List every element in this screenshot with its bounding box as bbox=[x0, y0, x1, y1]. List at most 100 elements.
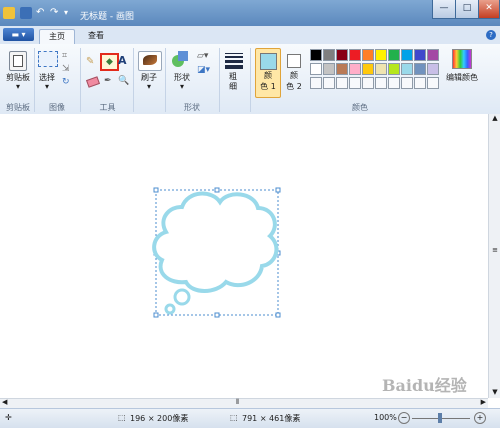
palette-swatch[interactable] bbox=[349, 63, 361, 75]
palette-empty-slot[interactable] bbox=[375, 77, 387, 89]
minimize-button[interactable]: — bbox=[432, 0, 456, 19]
palette-swatch[interactable] bbox=[362, 63, 374, 75]
magnifier-icon[interactable]: 🔍 bbox=[118, 76, 129, 86]
tab-view[interactable]: 查看 bbox=[79, 29, 113, 44]
maximize-button[interactable]: □ bbox=[455, 0, 479, 19]
palette-empty-slot[interactable] bbox=[362, 77, 374, 89]
palette-swatch[interactable] bbox=[336, 49, 348, 61]
clipboard-group-label: 剪贴板 bbox=[6, 103, 30, 112]
canvas-area[interactable]: Baidu经验 bbox=[0, 114, 488, 398]
clipboard-dropdown-icon[interactable]: ▾ bbox=[3, 82, 33, 91]
palette-empty-slot[interactable] bbox=[349, 77, 361, 89]
colors-group-label: 颜色 bbox=[352, 103, 368, 112]
color2-swatch bbox=[287, 54, 301, 68]
redo-icon[interactable]: ↷ bbox=[50, 7, 62, 19]
resize-icon[interactable]: ⇲ bbox=[62, 64, 70, 74]
palette-empty-slot[interactable] bbox=[310, 77, 322, 89]
rotate-icon[interactable]: ↻ bbox=[62, 77, 70, 87]
palette-swatch[interactable] bbox=[323, 63, 335, 75]
edit-colors-label[interactable]: 编辑颜色 bbox=[444, 72, 480, 83]
text-icon[interactable]: A bbox=[118, 54, 127, 67]
help-icon[interactable]: ? bbox=[486, 30, 496, 40]
color2-label-line1: 颜 bbox=[290, 71, 298, 80]
select-dropdown-icon[interactable]: ▾ bbox=[33, 82, 61, 91]
undo-icon[interactable]: ↶ bbox=[36, 7, 48, 19]
paste-icon[interactable] bbox=[9, 51, 27, 71]
palette-empty-slot[interactable] bbox=[414, 77, 426, 89]
scroll-left-arrow[interactable]: ◀ bbox=[2, 398, 7, 406]
shapes-group-label: 形状 bbox=[184, 103, 200, 112]
zoom-level: 100% bbox=[374, 413, 397, 422]
tab-home[interactable]: 主页 bbox=[39, 29, 75, 45]
color-picker-icon[interactable]: ✒ bbox=[104, 76, 112, 86]
zoom-in-button[interactable]: + bbox=[474, 412, 486, 424]
palette-swatch[interactable] bbox=[375, 49, 387, 61]
palette-empty-slot[interactable] bbox=[401, 77, 413, 89]
palette-empty-slot[interactable] bbox=[323, 77, 335, 89]
palette-swatch[interactable] bbox=[414, 63, 426, 75]
status-bar: ✛ ⬚ 196 × 200像素 ⬚ 791 × 461像素 100% − + bbox=[0, 408, 500, 428]
select-icon[interactable] bbox=[38, 51, 58, 67]
shapes-icon[interactable] bbox=[172, 51, 190, 69]
image-size: 791 × 461像素 bbox=[242, 414, 301, 423]
scroll-right-arrow[interactable]: ▶ bbox=[481, 398, 486, 406]
baidu-watermark-logo: Baidu经验 bbox=[382, 376, 467, 395]
hscroll-grip-icon: ⦀ bbox=[236, 398, 240, 406]
scroll-down-arrow[interactable]: ▼ bbox=[489, 388, 500, 396]
palette-swatch[interactable] bbox=[349, 49, 361, 61]
scroll-grip-icon: ≡ bbox=[492, 246, 498, 254]
fill-icon[interactable]: ◆ bbox=[100, 53, 119, 71]
pencil-icon[interactable]: ✎ bbox=[86, 56, 94, 67]
palette-swatch[interactable] bbox=[414, 49, 426, 61]
palette-swatch[interactable] bbox=[323, 49, 335, 61]
palette-swatch[interactable] bbox=[336, 63, 348, 75]
palette-swatch[interactable] bbox=[375, 63, 387, 75]
palette-swatch[interactable] bbox=[362, 49, 374, 61]
vertical-scrollbar[interactable]: ▲ ≡ ▼ bbox=[488, 114, 500, 398]
selection-size: 196 × 200像素 bbox=[130, 414, 189, 423]
title-bar: ↶ ↷ ▾ 无标题 - 画图 — □ ✕ bbox=[0, 0, 500, 26]
ribbon-tab-row bbox=[0, 26, 500, 44]
color1-swatch bbox=[259, 53, 277, 70]
app-icon bbox=[3, 7, 15, 19]
image-group-label: 图像 bbox=[49, 103, 65, 112]
tools-group-label: 工具 bbox=[99, 103, 116, 112]
size-icon[interactable] bbox=[225, 51, 243, 71]
palette-swatch[interactable] bbox=[310, 63, 322, 75]
cursor-position-icon: ✛ bbox=[5, 413, 12, 422]
color1-label-line1: 颜 bbox=[264, 71, 272, 80]
palette-swatch[interactable] bbox=[388, 49, 400, 61]
brushes-icon[interactable] bbox=[138, 51, 162, 71]
outline-icon[interactable]: ▱▾ bbox=[197, 51, 208, 61]
color1-label-line2: 色 1 bbox=[260, 82, 276, 91]
zoom-out-button[interactable]: − bbox=[398, 412, 410, 424]
scroll-up-arrow[interactable]: ▲ bbox=[489, 114, 500, 122]
cloud-shape bbox=[152, 191, 279, 293]
save-icon[interactable] bbox=[20, 7, 32, 19]
paint-menu-button[interactable]: ▬ ▾ bbox=[3, 28, 34, 41]
palette-swatch[interactable] bbox=[401, 63, 413, 75]
size-button-label[interactable]: 粗细 bbox=[227, 72, 239, 92]
zoom-slider-thumb[interactable] bbox=[438, 413, 442, 423]
brushes-dropdown-icon[interactable]: ▾ bbox=[135, 82, 163, 91]
crop-icon[interactable]: ⌗ bbox=[62, 51, 67, 61]
palette-swatch[interactable] bbox=[427, 49, 439, 61]
palette-swatch[interactable] bbox=[310, 49, 322, 61]
window-title: 无标题 - 画图 bbox=[80, 12, 134, 22]
color2-label-line2: 色 2 bbox=[286, 82, 302, 91]
customize-quick-access-icon[interactable]: ▾ bbox=[64, 7, 76, 19]
selection-size-icon: ⬚ bbox=[118, 413, 126, 422]
cloud-bubble-small bbox=[164, 303, 176, 315]
palette-swatch[interactable] bbox=[401, 49, 413, 61]
close-button[interactable]: ✕ bbox=[478, 0, 500, 19]
palette-empty-slot[interactable] bbox=[388, 77, 400, 89]
canvas-drawing[interactable] bbox=[0, 114, 488, 398]
palette-empty-slot[interactable] bbox=[336, 77, 348, 89]
palette-swatch[interactable] bbox=[388, 63, 400, 75]
edit-colors-icon[interactable] bbox=[452, 49, 472, 69]
shapes-dropdown-icon[interactable]: ▾ bbox=[168, 82, 196, 91]
palette-swatch[interactable] bbox=[427, 63, 439, 75]
palette-empty-slot[interactable] bbox=[427, 77, 439, 89]
cloud-bubble-large bbox=[173, 288, 191, 306]
fill-style-icon[interactable]: ◪▾ bbox=[197, 65, 210, 75]
